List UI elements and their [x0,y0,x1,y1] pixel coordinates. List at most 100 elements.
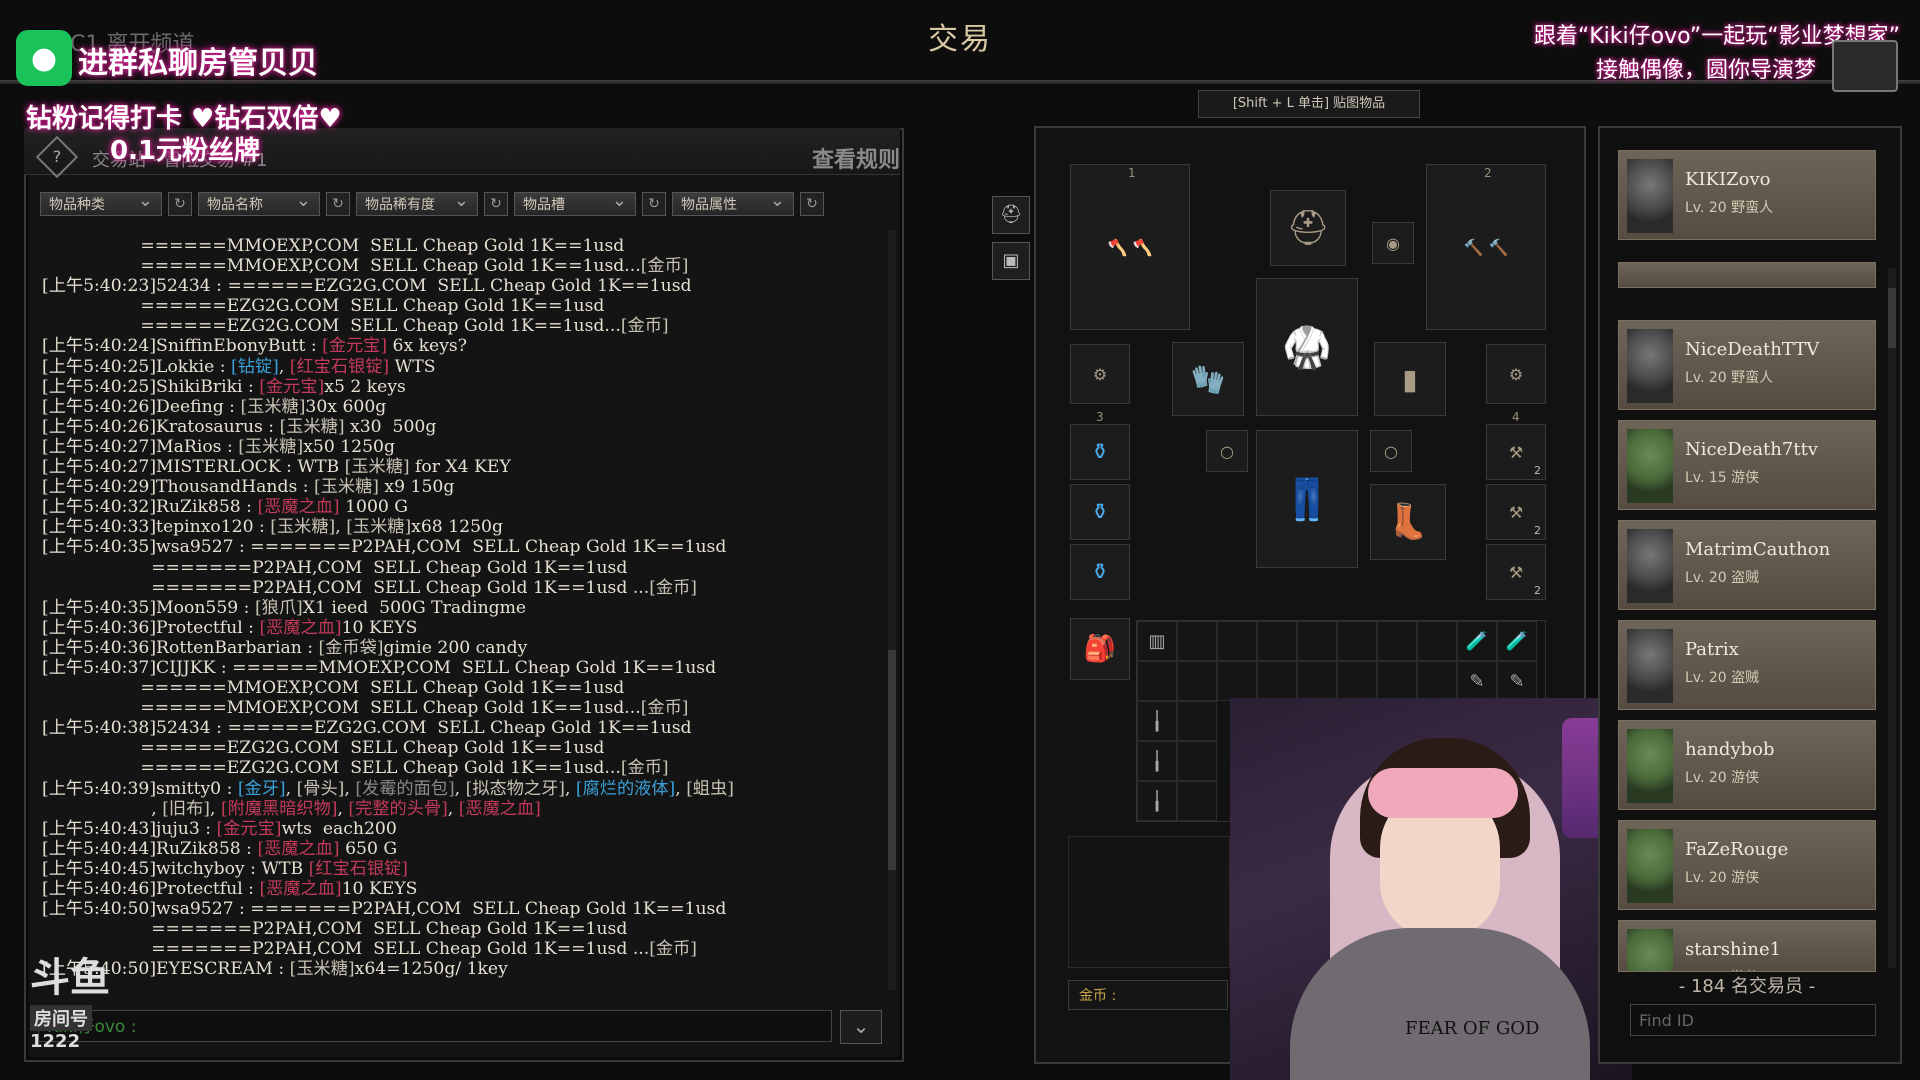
inventory-cell[interactable]: ✎ [1457,661,1497,701]
trader-card[interactable]: MatrimCauthon Lv. 20 盗贼 [1618,520,1876,610]
weapon-slot-1[interactable]: 🪓 🪓 [1070,164,1190,330]
item-link[interactable]: [金币] [641,698,689,718]
item-link[interactable]: [狼爪] [255,598,303,618]
chat-input[interactable]: Kiki仔ovo : [38,1010,832,1042]
cloak-slot[interactable]: ▮ [1374,342,1446,416]
item-link[interactable]: [恶魔之血] [259,618,341,638]
inventory-cell[interactable] [1177,661,1217,701]
inventory-cell[interactable] [1137,661,1177,701]
item-link[interactable]: [金元宝] [259,377,324,397]
trader-card[interactable]: NiceDeathTTV Lv. 20 野蛮人 [1618,320,1876,410]
item-link[interactable]: [附魔黑暗织物] [221,799,338,819]
item-link[interactable]: [玉米糖] [290,959,355,979]
item-link[interactable]: [金牙] [238,779,286,799]
chat-username[interactable]: Protectful : [156,879,259,899]
trader-card[interactable]: handybob Lv. 20 游侠 [1618,720,1876,810]
item-link[interactable]: [玉米糖] [280,417,345,437]
inventory-cell[interactable]: 🧪 [1497,621,1537,661]
throwing-axe-slot[interactable]: ⚒ 2 [1486,484,1546,540]
reset-icon[interactable]: ↻ [168,192,192,216]
inventory-cell[interactable]: ✎ [1497,661,1537,701]
inventory-cell[interactable] [1337,621,1377,661]
item-link[interactable]: [玉米糖] [345,457,410,477]
chat-username[interactable]: RuZik858 : [156,497,257,517]
chest-armor-slot[interactable]: 🥋 [1256,278,1358,416]
item-link[interactable]: [金币] [621,758,669,778]
chat-username[interactable]: EYESCREAM : [156,959,290,979]
weapon-slot-2[interactable]: 🔨 🔨 [1426,164,1546,330]
trader-card[interactable]: starshine1Lv. 19 游侠 [1618,920,1876,972]
backpack-slot[interactable]: 🎒 [1070,618,1130,680]
item-link[interactable]: [金币袋] [318,638,383,658]
ring-slot-right[interactable]: ○ [1370,430,1412,472]
chat-username[interactable]: 52434 : [156,718,227,738]
potion-slot[interactable]: ⚱ [1070,424,1130,480]
pants-slot[interactable]: 👖 [1256,430,1358,568]
inventory-cell[interactable] [1217,661,1257,701]
item-link[interactable]: [玉米糖] [270,517,335,537]
chat-username[interactable]: MaRios : [156,437,238,457]
scroll-down-button[interactable]: ⌄ [840,1010,882,1044]
utility-slot-left[interactable]: ⚙ [1070,344,1130,404]
item-link[interactable]: [金元宝] [322,336,387,356]
item-link[interactable]: [旧布] [162,799,210,819]
inventory-cell[interactable] [1217,621,1257,661]
attribute-dropdown[interactable]: 物品属性 [672,189,794,216]
item-link[interactable]: [腐烂的液体] [576,779,675,799]
chat-username[interactable]: 52434 : [156,276,227,296]
inventory-cell[interactable] [1337,661,1377,701]
chat-username[interactable]: juju3 : [156,819,216,839]
chat-username[interactable]: Kratosaurus : [156,417,280,437]
necklace-slot[interactable]: ◉ [1372,222,1414,264]
trader-card[interactable]: Patrix Lv. 20 盗贼 [1618,620,1876,710]
chat-username[interactable]: SniffinEbonyButt : [156,336,322,356]
ring-slot-left[interactable]: ○ [1206,430,1248,472]
throwing-axe-slot[interactable]: ⚒ 2 [1486,544,1546,600]
potion-slot[interactable]: ⚱ [1070,544,1130,600]
inventory-cell[interactable] [1417,621,1457,661]
item-link[interactable]: [玉米糖] [314,477,379,497]
chat-username[interactable]: ThousandHands : [156,477,314,497]
inventory-cell[interactable]: 🧪 [1457,621,1497,661]
item-link[interactable]: [蛆虫] [686,779,734,799]
inventory-cell[interactable]: ╽ [1137,741,1177,781]
item-link[interactable]: [完整的头骨] [348,799,447,819]
item-link[interactable]: [金币] [649,578,697,598]
inventory-cell[interactable] [1177,781,1217,821]
gloves-slot[interactable]: 🧤 [1172,342,1244,416]
chat-username[interactable]: wsa9527 : [156,899,250,919]
chat-username[interactable]: Deefing : [156,397,240,417]
inventory-cell[interactable] [1377,661,1417,701]
inventory-cell[interactable] [1177,621,1217,661]
item-name-dropdown[interactable]: 物品名称 [198,189,320,216]
reset-icon[interactable]: ↻ [484,192,508,216]
item-link[interactable]: [恶魔之血] [257,497,339,517]
chat-username[interactable]: smitty0 : [156,779,238,799]
potion-slot[interactable]: ⚱ [1070,484,1130,540]
equipment-tab-icon[interactable]: ⛑ [992,196,1030,234]
boots-slot[interactable]: 👢 [1370,484,1446,560]
item-link[interactable]: [恶魔之血] [257,839,339,859]
chat-username[interactable]: tepinxo120 : [156,517,270,537]
item-type-dropdown[interactable]: 物品种类 [40,189,162,216]
inventory-cell[interactable]: ╽ [1137,701,1177,741]
chat-username[interactable]: MISTERLOCK : [156,457,297,477]
inventory-cell[interactable]: ╽ [1137,781,1177,821]
item-link[interactable]: [玉米糖] [346,517,411,537]
inventory-cell[interactable] [1257,661,1297,701]
trader-scrollbar[interactable] [1888,268,1896,968]
item-link[interactable]: [金元宝] [217,819,282,839]
throwing-axe-slot[interactable]: ⚒ 2 [1486,424,1546,480]
trader-scroll-thumb[interactable] [1888,288,1896,348]
item-link[interactable]: [红宝石银锭] [290,357,389,377]
reset-icon[interactable]: ↻ [326,192,350,216]
item-link[interactable]: [拟态物之牙] [466,779,565,799]
chat-scrollbar[interactable] [888,230,896,990]
chat-username[interactable]: Protectful : [156,618,259,638]
trader-card[interactable]: KIKIZovo Lv. 20 野蛮人 [1618,150,1876,240]
utility-slot-right[interactable]: ⚙ [1486,344,1546,404]
item-link[interactable]: [骨头] [297,779,345,799]
chat-username[interactable]: wsa9527 : [156,537,250,557]
rarity-dropdown[interactable]: 物品稀有度 [356,189,478,216]
find-id-input[interactable]: Find ID [1630,1004,1876,1036]
